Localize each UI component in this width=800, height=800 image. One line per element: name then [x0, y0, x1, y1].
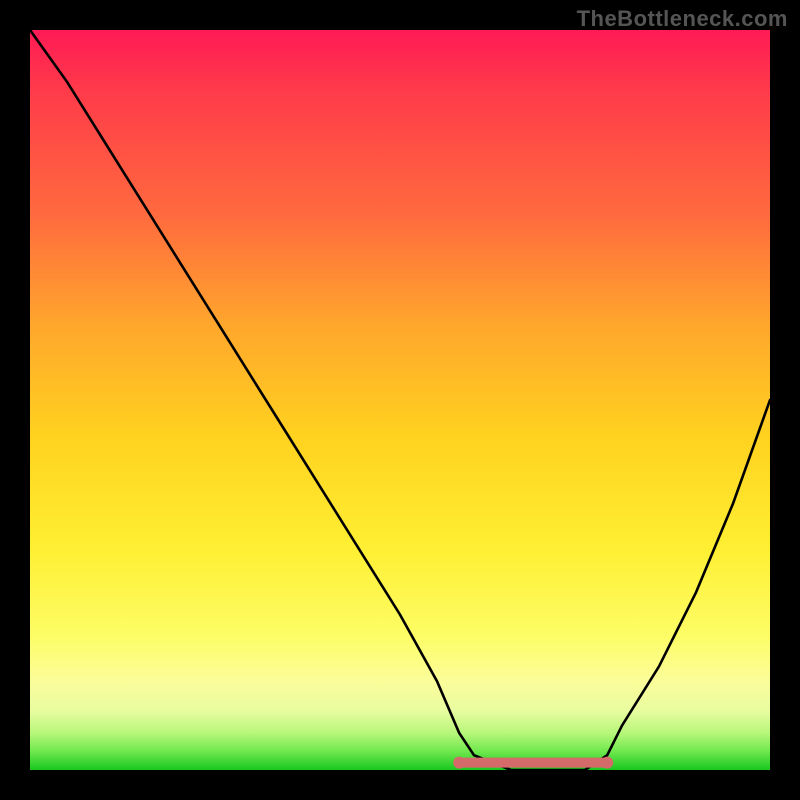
- plot-area: [30, 30, 770, 770]
- bottleneck-curve: [30, 30, 770, 770]
- curve-layer: [30, 30, 770, 770]
- flat-end-dot-left: [453, 757, 465, 769]
- flat-end-dot-right: [601, 757, 613, 769]
- chart-frame: TheBottleneck.com: [0, 0, 800, 800]
- watermark-text: TheBottleneck.com: [577, 6, 788, 32]
